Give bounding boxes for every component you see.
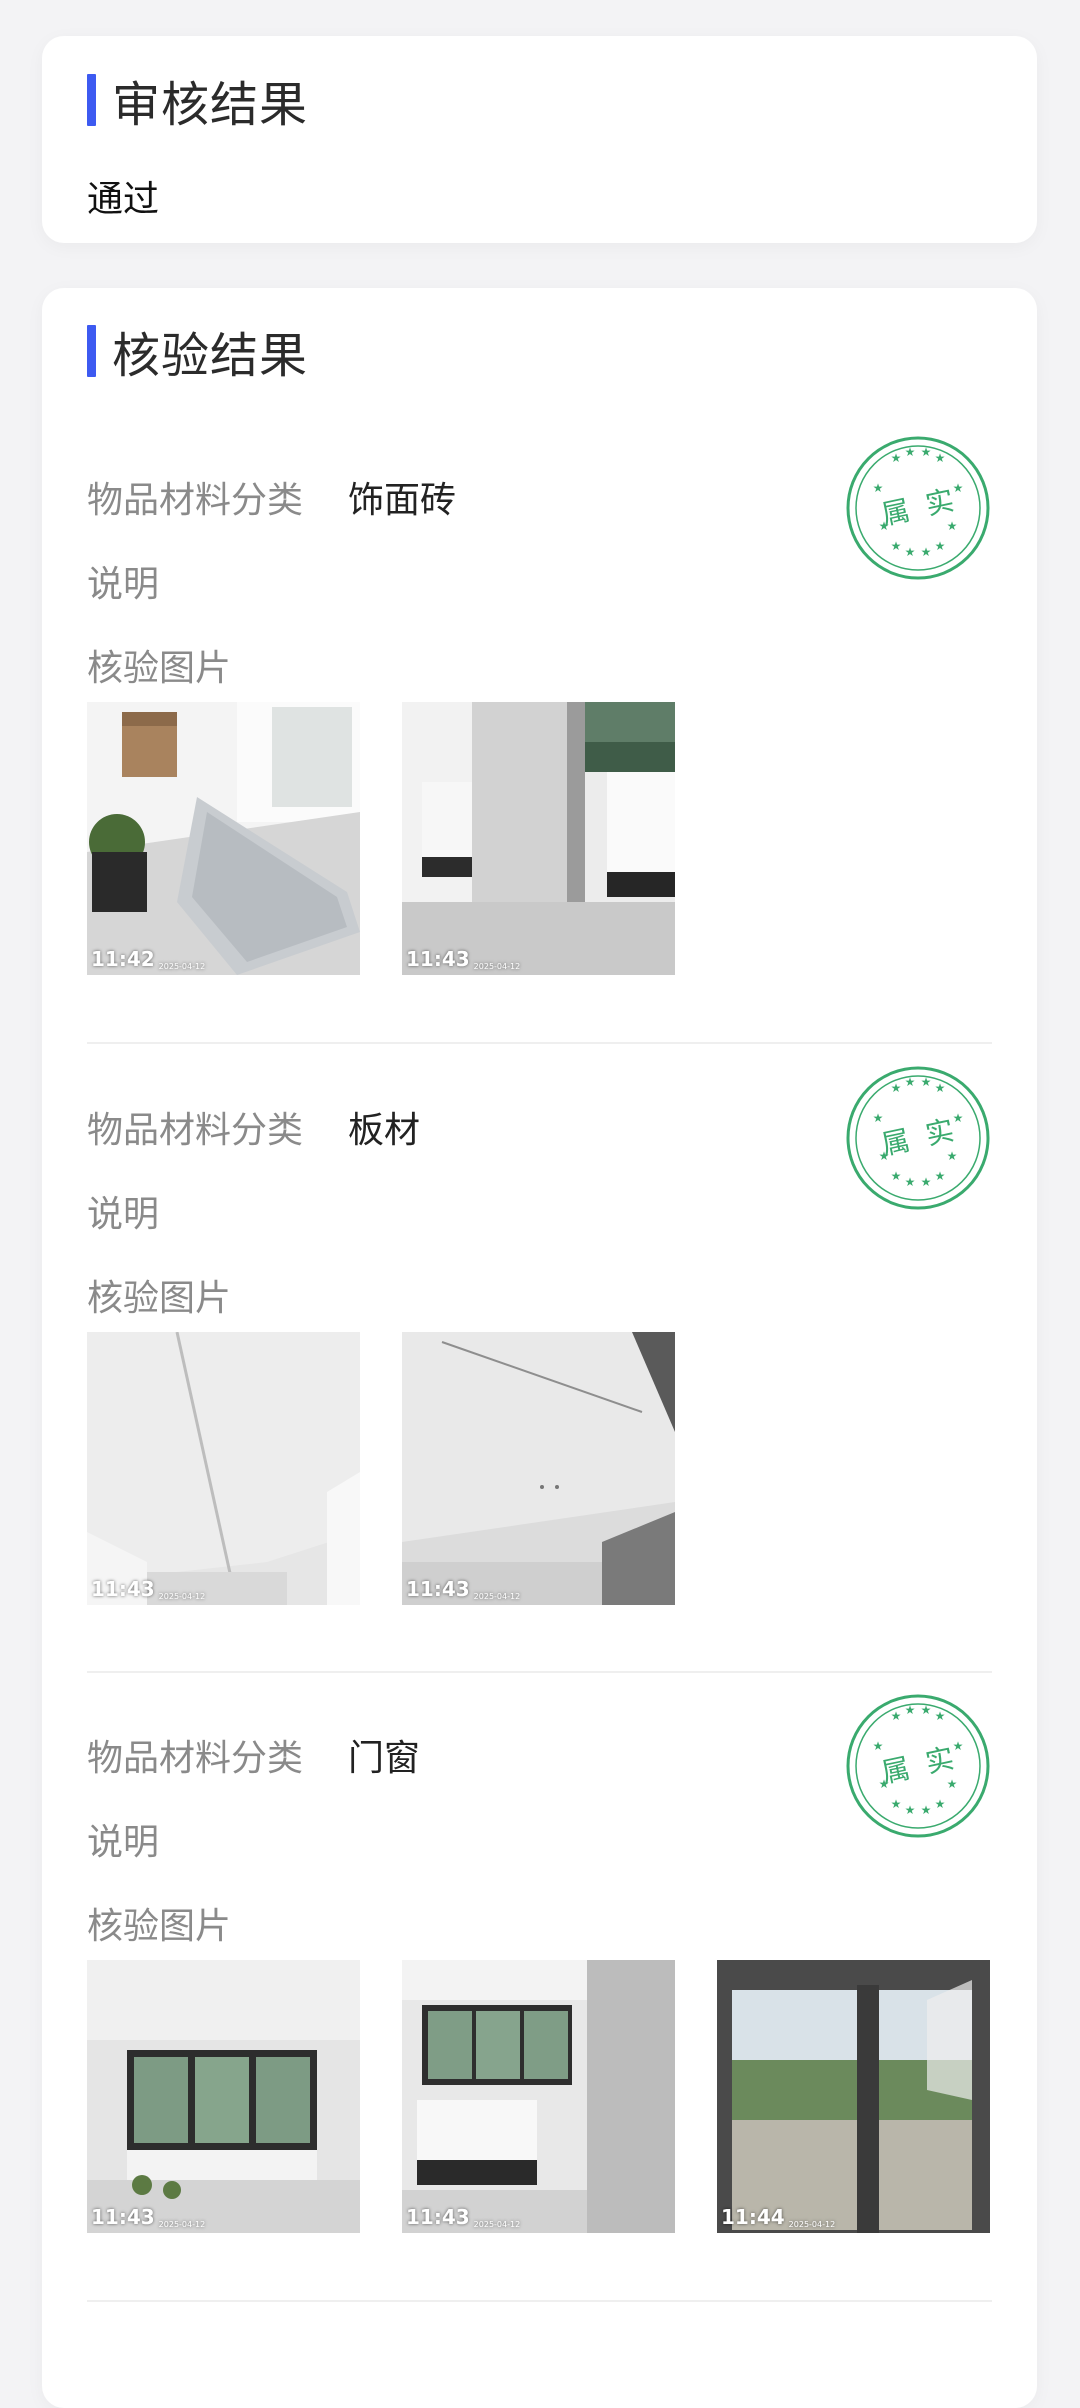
- svg-text:★: ★: [905, 1703, 916, 1717]
- svg-text:★: ★: [873, 1111, 884, 1125]
- category-label: 物品材料分类: [87, 1738, 304, 1779]
- svg-text:属: 属: [879, 1123, 913, 1161]
- category-label: 物品材料分类: [87, 480, 304, 521]
- title-accent-bar: [87, 74, 96, 126]
- svg-text:★: ★: [891, 1169, 902, 1183]
- svg-text:★: ★: [935, 1169, 946, 1183]
- category-row: 物品材料分类 板材: [87, 1101, 420, 1153]
- photos-label: 核验图片: [87, 1906, 232, 1947]
- svg-text:★: ★: [891, 539, 902, 553]
- svg-text:★: ★: [921, 1703, 932, 1717]
- description-label: 说明: [87, 564, 160, 605]
- review-result-value: 通过: [87, 179, 160, 220]
- category-value: 饰面砖: [348, 480, 457, 521]
- verification-photo[interactable]: 11:43 2025-04-12: [402, 702, 675, 975]
- description-label: 说明: [87, 1822, 160, 1863]
- svg-text:★: ★: [935, 539, 946, 553]
- svg-text:★: ★: [921, 1803, 932, 1817]
- photos-label: 核验图片: [87, 648, 232, 689]
- svg-text:属: 属: [879, 493, 913, 531]
- svg-text:★: ★: [873, 1739, 884, 1753]
- verified-stamp-icon: ★ ★ ★ ★ ★ ★ ★ ★ ★ ★ ★ ★ 属实: [844, 434, 992, 582]
- verification-result-title-text: 核验结果: [112, 328, 309, 384]
- item-divider: [87, 1042, 992, 1044]
- svg-text:★: ★: [953, 481, 964, 495]
- title-accent-bar: [87, 325, 96, 377]
- svg-text:★: ★: [891, 451, 902, 465]
- verification-photo[interactable]: 11:43 2025-04-12: [402, 1332, 675, 1605]
- photo-gallery: 11:42 2025-04-12 11:43 2025-04-12: [87, 702, 675, 975]
- svg-text:★: ★: [905, 1175, 916, 1189]
- category-value: 板材: [348, 1110, 421, 1151]
- verification-result-title: 核验结果: [87, 325, 308, 384]
- review-result-title-text: 审核结果: [112, 77, 309, 133]
- svg-text:★: ★: [905, 1803, 916, 1817]
- verification-result-card: 核验结果 物品材料分类 饰面砖 说明 核验图片 ★ ★ ★ ★ ★ ★ ★ ★ ★ ★ ★ ★ 属实: [42, 288, 1037, 2408]
- review-result-card: 审核结果 通过: [42, 36, 1037, 243]
- svg-text:★: ★: [905, 445, 916, 459]
- item-divider: [87, 1671, 992, 1673]
- svg-text:★: ★: [935, 1797, 946, 1811]
- svg-text:★: ★: [953, 1111, 964, 1125]
- verification-photo[interactable]: 11:43 2025-04-12: [87, 1332, 360, 1605]
- photo-timestamp: 11:43 2025-04-12: [406, 2205, 521, 2229]
- photo-gallery: 11:43 2025-04-12 11:43 2025-04-12: [87, 1332, 675, 1605]
- photo-timestamp: 11:43 2025-04-12: [91, 2205, 206, 2229]
- verified-stamp-icon: ★ ★ ★ ★ ★ ★ ★ ★ ★ ★ ★ ★ 属实: [844, 1692, 992, 1840]
- photo-timestamp: 11:43 2025-04-12: [406, 1577, 521, 1601]
- item-divider: [87, 2300, 992, 2302]
- verified-stamp-icon: ★ ★ ★ ★ ★ ★ ★ ★ ★ ★ ★ ★ 属实: [844, 1064, 992, 1212]
- verification-photo[interactable]: 11:43 2025-04-12: [87, 1960, 360, 2233]
- photo-timestamp: 11:42 2025-04-12: [91, 947, 206, 971]
- photo-timestamp: 11:43 2025-04-12: [91, 1577, 206, 1601]
- review-result-title: 审核结果: [87, 74, 308, 133]
- svg-text:★: ★: [921, 445, 932, 459]
- verification-photo[interactable]: 11:43 2025-04-12: [402, 1960, 675, 2233]
- svg-text:★: ★: [947, 1777, 958, 1791]
- photo-timestamp: 11:43 2025-04-12: [406, 947, 521, 971]
- svg-text:★: ★: [921, 1075, 932, 1089]
- svg-text:★: ★: [891, 1709, 902, 1723]
- svg-text:★: ★: [935, 451, 946, 465]
- svg-text:★: ★: [905, 1075, 916, 1089]
- verification-photo[interactable]: 11:44 2025-04-12: [717, 1960, 990, 2233]
- photo-gallery: 11:43 2025-04-12 11:43 2025-04-12 11:44 …: [87, 1960, 990, 2233]
- svg-text:★: ★: [947, 1149, 958, 1163]
- category-row: 物品材料分类 饰面砖: [87, 471, 456, 523]
- svg-text:★: ★: [935, 1709, 946, 1723]
- photos-label: 核验图片: [87, 1278, 232, 1319]
- svg-text:★: ★: [921, 545, 932, 559]
- svg-text:★: ★: [905, 545, 916, 559]
- svg-text:★: ★: [921, 1175, 932, 1189]
- category-value: 门窗: [348, 1738, 421, 1779]
- svg-text:★: ★: [935, 1081, 946, 1095]
- category-row: 物品材料分类 门窗: [87, 1729, 420, 1781]
- category-label: 物品材料分类: [87, 1110, 304, 1151]
- svg-text:★: ★: [953, 1739, 964, 1753]
- verification-photo[interactable]: 11:42 2025-04-12: [87, 702, 360, 975]
- svg-text:★: ★: [947, 519, 958, 533]
- svg-text:★: ★: [891, 1797, 902, 1811]
- svg-text:属: 属: [879, 1751, 913, 1789]
- svg-text:★: ★: [891, 1081, 902, 1095]
- description-label: 说明: [87, 1194, 160, 1235]
- svg-text:★: ★: [873, 481, 884, 495]
- photo-timestamp: 11:44 2025-04-12: [721, 2205, 836, 2229]
